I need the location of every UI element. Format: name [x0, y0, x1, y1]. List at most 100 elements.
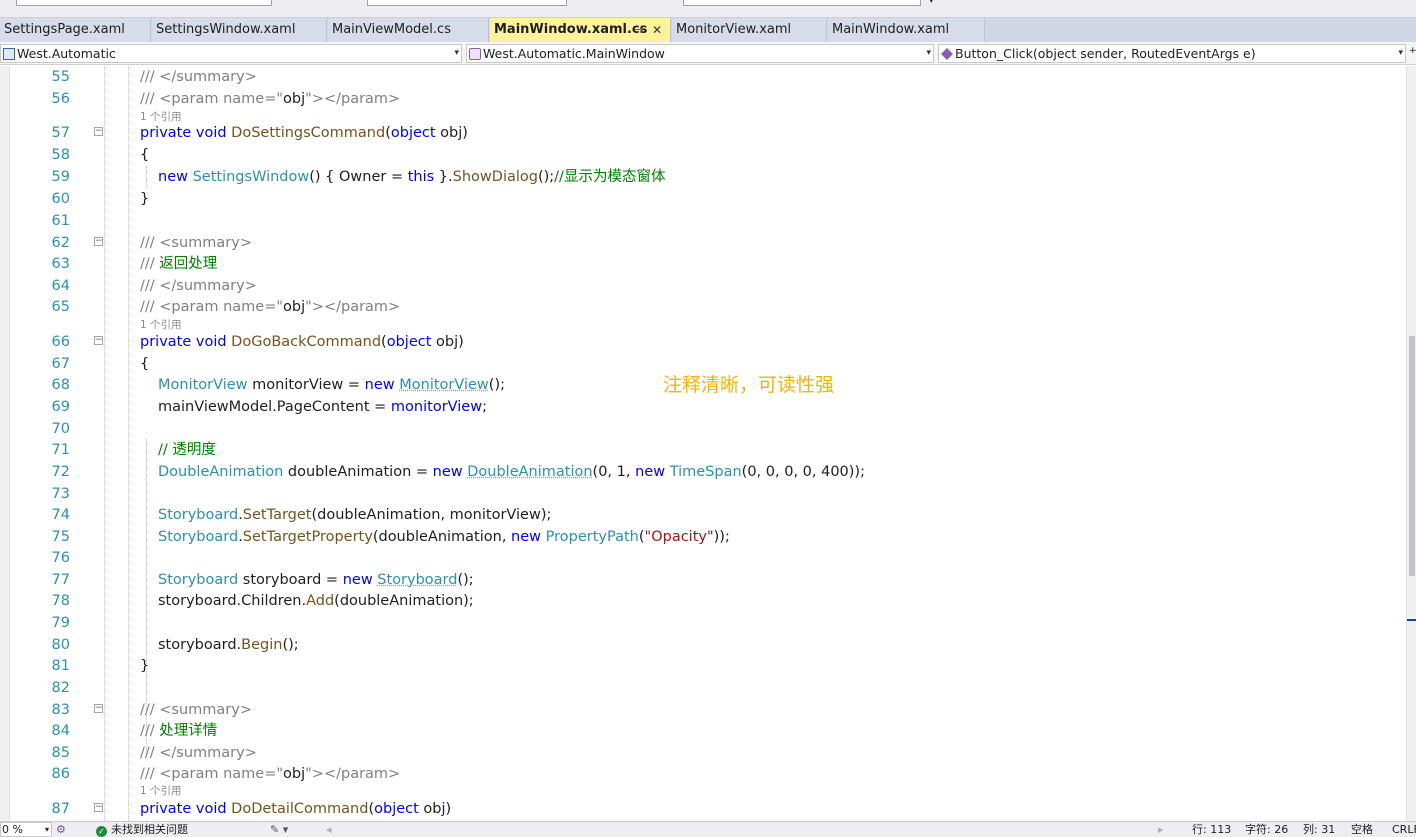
status-bar: 0 % ▾ ⚙ ✓ 未找到相关问题 ✎ ▾ ◂ ▸ 行: 113 字符: 26 列:… — [0, 821, 1416, 837]
char-indicator[interactable]: 字符: 26 — [1245, 822, 1288, 837]
toolbar-combo-3[interactable] — [683, 0, 921, 6]
collapse-icon[interactable]: − — [94, 803, 103, 812]
collapse-icon[interactable]: − — [94, 127, 103, 136]
code-line[interactable]: 82 — [0, 677, 1406, 699]
scroll-right-icon[interactable]: ▸ — [1158, 822, 1164, 837]
code-text: } — [140, 188, 149, 210]
tab-label: MainWindow.xaml — [832, 22, 950, 37]
code-token: MonitorView — [399, 377, 489, 393]
code-line[interactable]: 71 // 透明度 — [0, 439, 1406, 461]
code-line[interactable]: 77 Storyboard storyboard = new Storyboard… — [0, 569, 1406, 591]
code-line[interactable]: 62 − /// <summary> — [0, 232, 1406, 254]
code-token: (0, 0, 0, 0, 400)); — [741, 464, 865, 480]
code-line[interactable]: 80 storyboard.Begin(); — [0, 634, 1406, 656]
code-line[interactable]: 59 new SettingsWindow() { Owner = this }.… — [0, 166, 1406, 188]
code-line[interactable]: 83 − /// <summary> — [0, 699, 1406, 721]
copilot-icon[interactable]: ⚙ — [56, 822, 66, 837]
codelens-references[interactable]: 1 个引用 — [140, 318, 182, 332]
issues-indicator[interactable]: ✓ 未找到相关问题 — [96, 822, 188, 837]
code-line[interactable]: 61 — [0, 210, 1406, 232]
code-line[interactable]: 65 /// <param name="obj"></param> — [0, 296, 1406, 318]
project-dropdown[interactable]: West.Automatic ▾ — [0, 44, 462, 63]
code-line[interactable]: 76 — [0, 547, 1406, 569]
scroll-left-icon[interactable]: ◂ — [326, 822, 332, 837]
code-token: (doubleAnimation, monitorView); — [311, 507, 552, 523]
code-token: new — [432, 464, 468, 480]
line-ending-indicator[interactable]: CRLF — [1392, 822, 1416, 837]
code-token: PropertyPath — [545, 529, 639, 545]
line-number: 64 — [51, 278, 70, 294]
scrollbar-thumb[interactable] — [1409, 336, 1415, 576]
code-text: MonitorView monitorView = new MonitorVie… — [158, 374, 505, 396]
code-line[interactable]: 87 − private void DoDetailCommand(object o… — [0, 798, 1406, 820]
member-dropdown[interactable]: Button_Click(object sender, RoutedEventA… — [938, 44, 1406, 63]
code-token: { — [140, 356, 150, 372]
whitespace-indicator[interactable]: 空格 — [1351, 822, 1373, 837]
code-token: Add — [306, 593, 335, 609]
tab-monitorview-xaml[interactable]: MonitorView.xaml — [672, 18, 827, 42]
code-token: { — [140, 147, 150, 163]
code-line[interactable]: 58 { — [0, 144, 1406, 166]
code-line[interactable]: 55 /// </summary> — [0, 66, 1406, 88]
code-token: object — [390, 125, 436, 141]
code-token: obj — [283, 299, 306, 315]
toolbar-combo-1[interactable] — [16, 0, 272, 6]
code-line[interactable]: 74 Storyboard.SetTarget(doubleAnimation, … — [0, 504, 1406, 526]
toolbar-dropdown-icon[interactable]: ▾ — [929, 0, 934, 6]
class-icon — [469, 48, 481, 60]
code-line[interactable]: 63 /// 返回处理 — [0, 253, 1406, 275]
chevron-down-icon: ▾ — [454, 48, 459, 58]
csharp-project-icon — [3, 48, 15, 60]
code-line[interactable]: 64 /// </summary> — [0, 275, 1406, 297]
code-token: storyboard = — [238, 572, 343, 588]
line-number: 77 — [51, 572, 70, 588]
collapse-icon[interactable]: − — [94, 704, 103, 713]
column-indicator[interactable]: 列: 31 — [1303, 822, 1335, 837]
codelens-references[interactable]: 1 个引用 — [140, 784, 182, 798]
tab-settingspage-xaml[interactable]: SettingsPage.xaml — [0, 18, 151, 42]
code-text: /// </summary> — [140, 66, 257, 88]
code-line[interactable]: 81} — [0, 655, 1406, 677]
code-token: Storyboard — [158, 572, 239, 588]
close-icon[interactable]: ✕ — [652, 18, 662, 42]
code-line[interactable]: 72 DoubleAnimation doubleAnimation = new … — [0, 461, 1406, 483]
class-dropdown[interactable]: West.Automatic.MainWindow ▾ — [466, 44, 934, 63]
code-line[interactable]: 69 mainViewModel.PageContent = monitorVie… — [0, 396, 1406, 418]
pin-icon[interactable]: ⊸ — [635, 18, 644, 42]
code-token: Begin — [241, 637, 283, 653]
collapse-icon[interactable]: − — [94, 237, 103, 246]
code-line[interactable]: 66 − private void DoGoBackCommand(object o… — [0, 331, 1406, 353]
code-line[interactable]: 75 Storyboard.SetTargetProperty(doubleAni… — [0, 526, 1406, 548]
code-line[interactable]: 79 — [0, 612, 1406, 634]
zoom-dropdown[interactable]: 0 % ▾ — [0, 822, 52, 837]
code-line[interactable]: 57 − private void DoSettingsCommand(object… — [0, 122, 1406, 144]
collapse-icon[interactable]: − — [94, 336, 103, 345]
code-line[interactable]: 78 storyboard.Children.Add(doubleAnimatio… — [0, 590, 1406, 612]
tab-settingswindow-xaml[interactable]: SettingsWindow.xaml — [152, 18, 327, 42]
tab-mainviewmodel-cs[interactable]: MainViewModel.cs — [328, 18, 489, 42]
tab-mainwindow-xaml[interactable]: MainWindow.xaml — [828, 18, 985, 42]
line-number: 74 — [51, 507, 70, 523]
code-line[interactable]: 84 /// 处理详情 — [0, 720, 1406, 742]
code-token: /// <param name=" — [140, 299, 284, 315]
code-line[interactable]: 60} — [0, 188, 1406, 210]
code-token: }. — [434, 169, 453, 185]
code-line[interactable]: 56 /// <param name="obj"></param> — [0, 88, 1406, 110]
code-line[interactable]: 70 — [0, 418, 1406, 440]
code-cleanup-icon[interactable]: ✎ ▾ — [270, 822, 288, 837]
line-number: 63 — [51, 256, 70, 272]
code-token: "></param> — [305, 91, 401, 107]
code-editor[interactable]: 55/// </summary> 56/// <param name="obj">… — [0, 66, 1406, 821]
code-line[interactable]: 73 — [0, 483, 1406, 505]
line-number: 86 — [51, 766, 70, 782]
line-indicator[interactable]: 行: 113 — [1192, 822, 1231, 837]
code-line[interactable]: 86 /// <param name="obj"></param> — [0, 763, 1406, 785]
code-token: "></param> — [305, 766, 401, 782]
codelens-references[interactable]: 1 个引用 — [140, 110, 182, 124]
toolbar-combo-2[interactable] — [367, 0, 567, 6]
code-token: obj) — [418, 801, 452, 817]
vertical-scrollbar[interactable] — [1406, 66, 1416, 821]
code-line[interactable]: 85 /// </summary> — [0, 742, 1406, 764]
split-window-icon[interactable]: + — [1409, 46, 1416, 56]
tab-mainwindow-xaml-cs[interactable]: MainWindow.xaml.cs ⊸ ✕ — [490, 18, 671, 42]
